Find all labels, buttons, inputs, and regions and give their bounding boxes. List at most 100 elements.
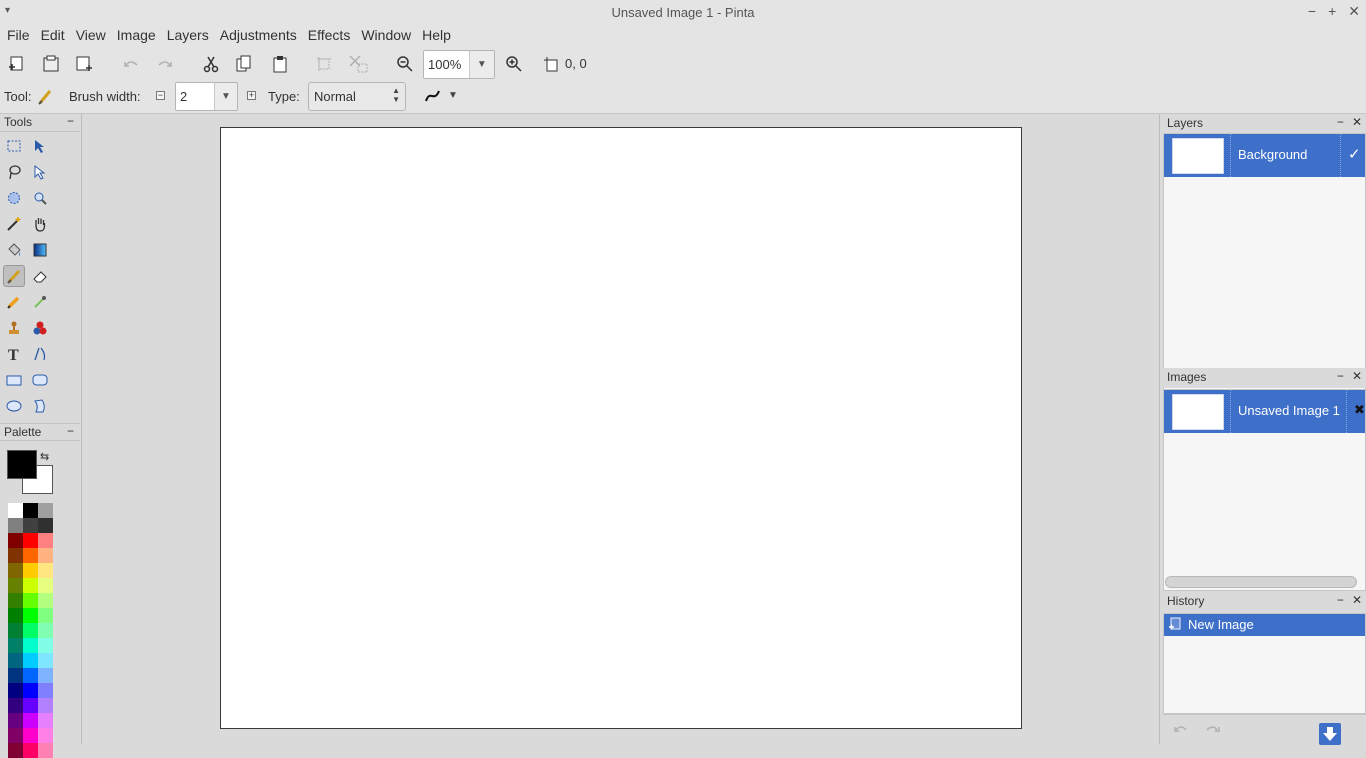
palette-swatch[interactable] (8, 548, 23, 563)
palette-swatch[interactable] (23, 653, 38, 668)
palette-swatch[interactable] (38, 653, 53, 668)
palette-swatch[interactable] (23, 728, 38, 743)
brush-type-select[interactable]: Normal ▲ ▼ (308, 82, 406, 111)
history-panel-minimize[interactable]: − (1337, 593, 1344, 607)
rectangle-select-tool[interactable] (3, 135, 25, 157)
menu-view[interactable]: View (76, 25, 111, 47)
palette-swatch[interactable] (8, 518, 23, 533)
palette-swatch[interactable] (38, 668, 53, 683)
zoom-combo[interactable]: 100% ▼ (423, 50, 495, 79)
zoom-input[interactable]: 100% (424, 51, 469, 78)
close-image-icon[interactable]: ✖ (1354, 402, 1365, 418)
antialiasing-dropdown[interactable]: ▼ (448, 90, 458, 101)
paintbrush-tool[interactable] (3, 265, 25, 287)
palette-swatch[interactable] (8, 578, 23, 593)
history-item[interactable]: New Image (1164, 614, 1365, 636)
menu-file[interactable]: File (7, 25, 35, 47)
increase-brush-width-button[interactable]: + (247, 91, 256, 100)
layers-panel-close[interactable]: ✕ (1352, 115, 1362, 129)
palette-swatch[interactable] (8, 668, 23, 683)
redo-button[interactable] (154, 53, 176, 75)
palette-swatch[interactable] (8, 593, 23, 608)
palette-swatch[interactable] (23, 578, 38, 593)
rectangle-tool[interactable] (3, 369, 25, 391)
close-window-button[interactable]: ✕ (1348, 3, 1360, 20)
brush-width-dropdown[interactable]: ▼ (214, 83, 237, 110)
menu-effects[interactable]: Effects (308, 25, 356, 47)
image-item[interactable]: Unsaved Image 1 ✖ (1164, 390, 1365, 433)
palette-swatch[interactable] (23, 563, 38, 578)
palette-swatch[interactable] (23, 503, 38, 518)
ellipse-tool[interactable] (3, 395, 25, 417)
layer-item-background[interactable]: Background ✓ (1164, 134, 1365, 177)
zoom-in-button[interactable] (503, 53, 525, 75)
palette-swatch[interactable] (8, 653, 23, 668)
minimize-window-button[interactable]: − (1308, 3, 1316, 20)
pencil-tool[interactable] (3, 291, 25, 313)
palette-swatch[interactable] (23, 638, 38, 653)
palette-swatch[interactable] (8, 683, 23, 698)
palette-swatch[interactable] (38, 518, 53, 533)
paste-button[interactable] (269, 53, 291, 75)
palette-swatch[interactable] (8, 638, 23, 653)
palette-swatch[interactable] (23, 548, 38, 563)
clone-stamp-tool[interactable] (3, 317, 25, 339)
palette-swatch[interactable] (8, 563, 23, 578)
palette-swatch[interactable] (38, 503, 53, 518)
palette-swatch[interactable] (8, 533, 23, 548)
palette-swatch[interactable] (23, 668, 38, 683)
move-selected-tool[interactable] (29, 135, 51, 157)
palette-swatch[interactable] (23, 608, 38, 623)
history-scroll-down-icon[interactable] (1319, 723, 1341, 745)
images-horizontal-scrollbar[interactable] (1165, 576, 1357, 588)
palette-swatch[interactable] (23, 683, 38, 698)
palette-swatch[interactable] (23, 623, 38, 638)
swap-colors-icon[interactable]: ⇆ (40, 450, 49, 463)
palette-panel-minimize[interactable]: − (67, 424, 74, 438)
menu-adjustments[interactable]: Adjustments (220, 25, 302, 47)
palette-swatch[interactable] (38, 743, 53, 758)
decrease-brush-width-button[interactable]: − (156, 91, 165, 100)
palette-swatch[interactable] (8, 728, 23, 743)
palette-swatch[interactable] (23, 518, 38, 533)
history-undo-icon[interactable] (1173, 721, 1189, 740)
paint-bucket-tool[interactable] (3, 239, 25, 261)
palette-swatch[interactable] (8, 623, 23, 638)
rounded-rectangle-tool[interactable] (29, 369, 51, 391)
undo-button[interactable] (120, 53, 142, 75)
palette-swatch[interactable] (38, 638, 53, 653)
menu-window[interactable]: Window (361, 25, 416, 47)
menu-help[interactable]: Help (422, 25, 456, 47)
zoom-dropdown-button[interactable]: ▼ (468, 51, 494, 78)
open-button[interactable] (40, 53, 62, 75)
palette-swatch[interactable] (8, 503, 23, 518)
save-button[interactable] (74, 53, 96, 75)
brush-width-input[interactable]: 2 (176, 83, 214, 110)
image-canvas[interactable] (220, 127, 1022, 729)
line-curve-tool[interactable] (29, 343, 51, 365)
palette-swatch[interactable] (38, 548, 53, 563)
color-picker-tool[interactable] (29, 291, 51, 313)
palette-swatch[interactable] (38, 728, 53, 743)
layers-panel-minimize[interactable]: − (1337, 115, 1344, 129)
gradient-tool[interactable] (29, 239, 51, 261)
palette-swatch[interactable] (38, 563, 53, 578)
palette-swatch[interactable] (38, 608, 53, 623)
palette-swatch[interactable] (23, 533, 38, 548)
zoom-tool[interactable] (29, 187, 51, 209)
images-panel-minimize[interactable]: − (1337, 369, 1344, 383)
palette-swatch[interactable] (38, 698, 53, 713)
deselect-button[interactable] (348, 53, 370, 75)
antialiasing-icon[interactable] (424, 87, 442, 108)
layer-visibility-checkbox[interactable]: ✓ (1348, 145, 1361, 163)
eraser-tool[interactable] (29, 265, 51, 287)
history-panel-close[interactable]: ✕ (1352, 593, 1362, 607)
maximize-window-button[interactable]: + (1328, 3, 1336, 20)
pan-tool[interactable] (29, 213, 51, 235)
menu-image[interactable]: Image (117, 25, 161, 47)
primary-color-swatch[interactable] (7, 450, 37, 479)
palette-swatch[interactable] (23, 743, 38, 758)
magic-wand-tool[interactable] (3, 213, 25, 235)
palette-swatch[interactable] (38, 533, 53, 548)
text-tool[interactable]: T (3, 343, 25, 365)
